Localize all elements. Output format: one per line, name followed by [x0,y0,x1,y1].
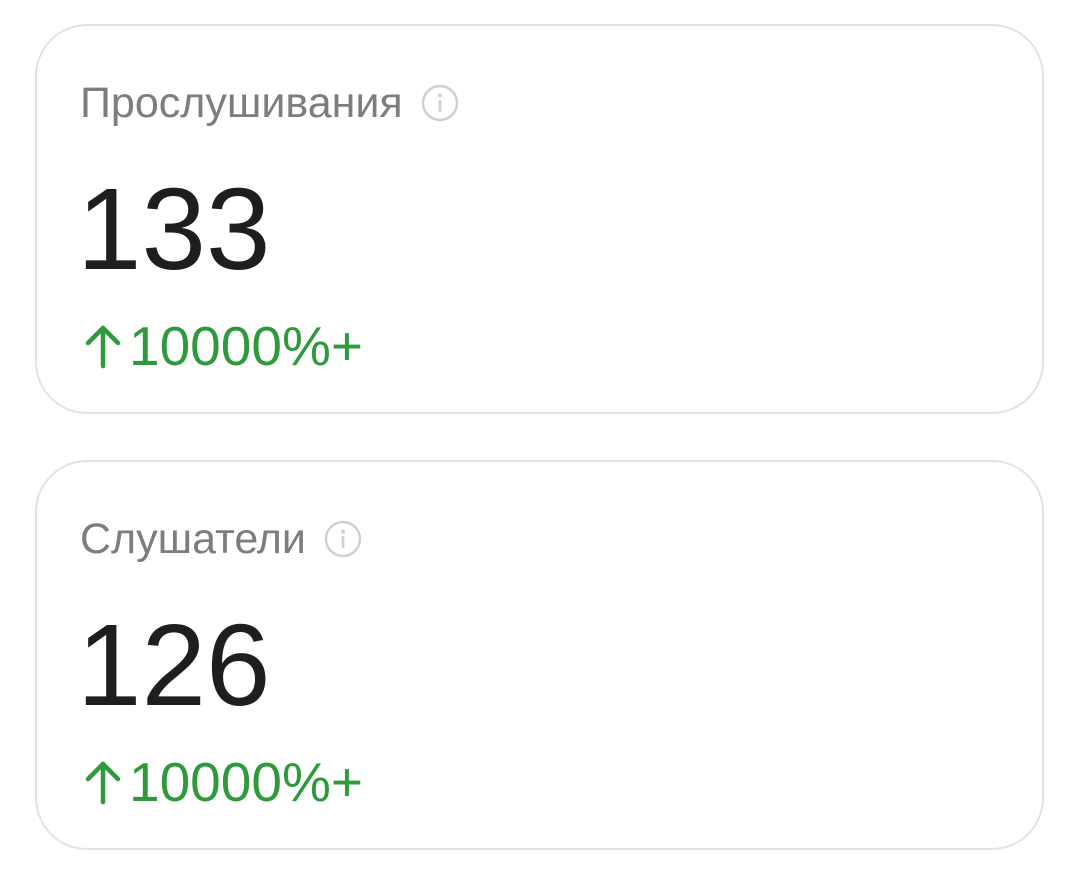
listeners-card-header: Слушатели [80,514,362,564]
plays-card-header: Прослушивания [80,78,459,128]
listeners-change: 10000%+ [83,752,363,812]
plays-title: Прослушивания [80,79,403,127]
listeners-change-value: 10000%+ [129,751,363,813]
plays-stat-card: Прослушивания 133 10000%+ [35,24,1044,414]
arrow-up-icon [83,322,123,370]
info-icon[interactable] [324,520,362,558]
plays-count: 133 [77,164,271,294]
info-icon[interactable] [421,84,459,122]
listeners-stat-card: Слушатели 126 10000%+ [35,460,1044,850]
plays-change: 10000%+ [83,316,363,376]
plays-change-value: 10000%+ [129,315,363,377]
listeners-title: Слушатели [80,515,306,563]
arrow-up-icon [83,758,123,806]
listeners-count: 126 [77,600,271,730]
